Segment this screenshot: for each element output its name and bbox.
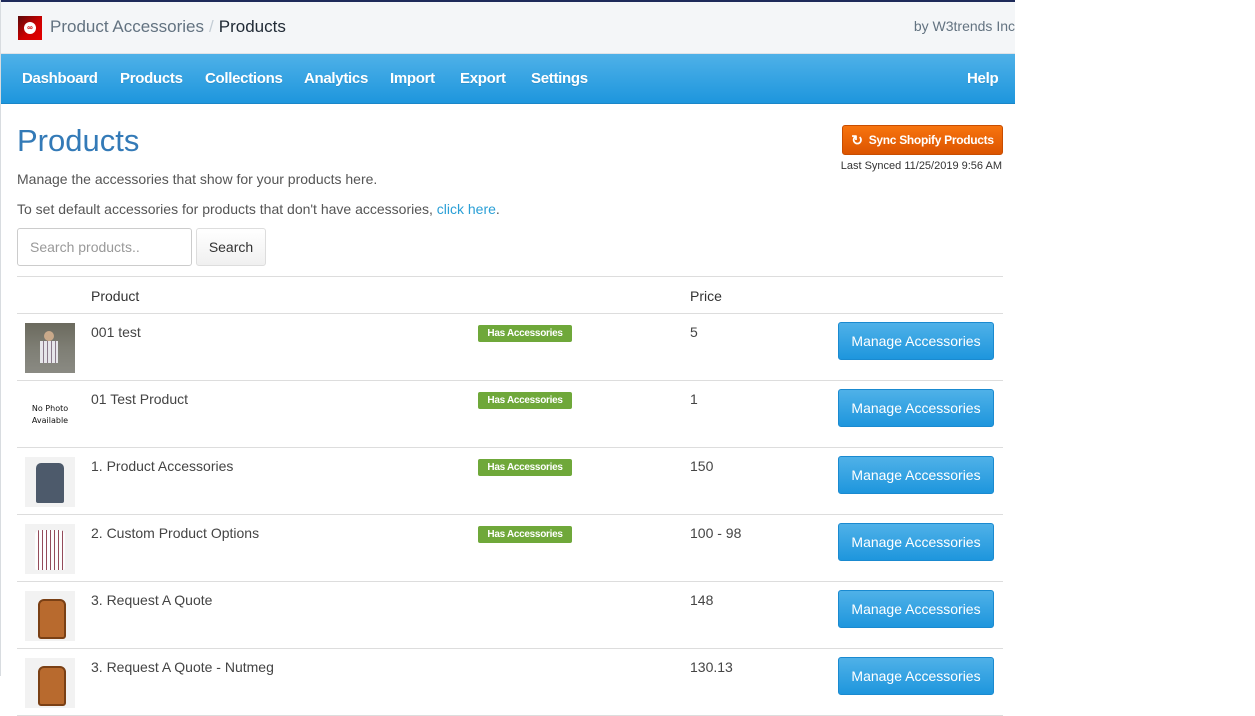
product-name: 3. Request A Quote - Nutmeg	[91, 659, 274, 675]
nav-import[interactable]: Import	[390, 70, 435, 87]
product-name: 001 test	[91, 324, 141, 340]
product-name: 2. Custom Product Options	[91, 525, 260, 541]
product-thumbnail[interactable]	[25, 524, 75, 574]
table-row: 3. Request A Quote 148 Manage Accessorie…	[17, 582, 1003, 649]
main-nav: Dashboard Products Collections Analytics…	[1, 54, 1015, 104]
no-photo-line2: Available	[31, 416, 69, 425]
nav-collections[interactable]: Collections	[205, 70, 283, 87]
nav-settings[interactable]: Settings	[531, 70, 588, 87]
product-price: 1	[690, 391, 698, 407]
table-row: 1. Product Accessories Has Accessories 1…	[17, 448, 1003, 515]
no-photo-placeholder: No Photo Available	[25, 390, 75, 440]
nav-help[interactable]: Help	[967, 70, 999, 87]
vendor-byline: by W3trends Inc	[913, 18, 1015, 34]
product-name: 3. Request A Quote	[91, 592, 213, 608]
no-photo-line1: No Photo	[31, 404, 69, 413]
product-thumbnail[interactable]	[25, 658, 75, 708]
breadcrumb-parent[interactable]: Product Accessories	[50, 17, 204, 36]
has-accessories-badge: Has Accessories	[478, 392, 572, 409]
product-name: 1. Product Accessories	[91, 458, 234, 474]
has-accessories-badge: Has Accessories	[478, 459, 572, 476]
default-accessories-suffix: .	[495, 201, 500, 217]
product-price: 148	[690, 592, 714, 608]
product-price: 100 - 98	[690, 525, 742, 541]
manage-accessories-button[interactable]: Manage Accessories	[838, 657, 994, 695]
products-table: Product Price 001 test Has Accessories 5…	[17, 276, 1003, 716]
table-row: No Photo Available 01 Test Product Has A…	[17, 381, 1003, 448]
page-title: Products	[17, 123, 140, 158]
manage-accessories-button[interactable]: Manage Accessories	[838, 389, 994, 427]
product-thumbnail[interactable]	[25, 591, 75, 641]
product-name: 01 Test Product	[91, 391, 189, 407]
default-accessories-prefix: To set default accessories for products …	[17, 201, 437, 217]
nav-export[interactable]: Export	[460, 70, 506, 87]
breadcrumb: Product Accessories / Products	[50, 17, 286, 37]
breadcrumb-current: Products	[218, 17, 286, 36]
search-button[interactable]: Search	[196, 228, 266, 266]
product-price: 130.13	[690, 659, 733, 675]
product-price: 150	[690, 458, 714, 474]
app-logo: ∞	[18, 16, 42, 40]
default-accessories-text: To set default accessories for products …	[17, 201, 500, 217]
product-price: 5	[690, 324, 698, 340]
table-row: 3. Request A Quote - Nutmeg 130.13 Manag…	[17, 649, 1003, 716]
sync-button-label: Sync Shopify Products	[868, 133, 994, 147]
manage-accessories-button[interactable]: Manage Accessories	[838, 523, 994, 561]
manage-accessories-button[interactable]: Manage Accessories	[838, 590, 994, 628]
table-header: Product Price	[17, 276, 1003, 314]
column-header-product: Product	[91, 288, 140, 304]
search-products-input[interactable]	[17, 228, 192, 266]
sync-shopify-products-button[interactable]: ↻ Sync Shopify Products	[842, 125, 1003, 155]
product-thumbnail[interactable]	[25, 323, 75, 373]
nav-dashboard[interactable]: Dashboard	[22, 70, 98, 87]
product-thumbnail[interactable]	[25, 457, 75, 507]
last-synced-text: Last Synced 11/25/2019 9:56 AM	[840, 160, 1002, 172]
nav-analytics[interactable]: Analytics	[304, 70, 368, 87]
has-accessories-badge: Has Accessories	[478, 325, 572, 342]
chain-link-icon: ∞	[24, 22, 36, 34]
refresh-icon: ↻	[851, 132, 863, 148]
manage-accessories-button[interactable]: Manage Accessories	[838, 322, 994, 360]
page-description: Manage the accessories that show for you…	[17, 171, 378, 187]
app-frame: ∞ Product Accessories / Products by W3tren…	[0, 0, 1015, 716]
table-row: 2. Custom Product Options Has Accessorie…	[17, 515, 1003, 582]
has-accessories-badge: Has Accessories	[478, 526, 572, 543]
default-accessories-link[interactable]: click here	[437, 201, 496, 217]
manage-accessories-button[interactable]: Manage Accessories	[838, 456, 994, 494]
nav-products[interactable]: Products	[120, 70, 183, 87]
app-header: ∞ Product Accessories / Products by W3tren…	[1, 2, 1015, 54]
column-header-price: Price	[690, 288, 722, 304]
table-row: 001 test Has Accessories 5 Manage Access…	[17, 314, 1003, 381]
breadcrumb-separator: /	[209, 17, 214, 36]
